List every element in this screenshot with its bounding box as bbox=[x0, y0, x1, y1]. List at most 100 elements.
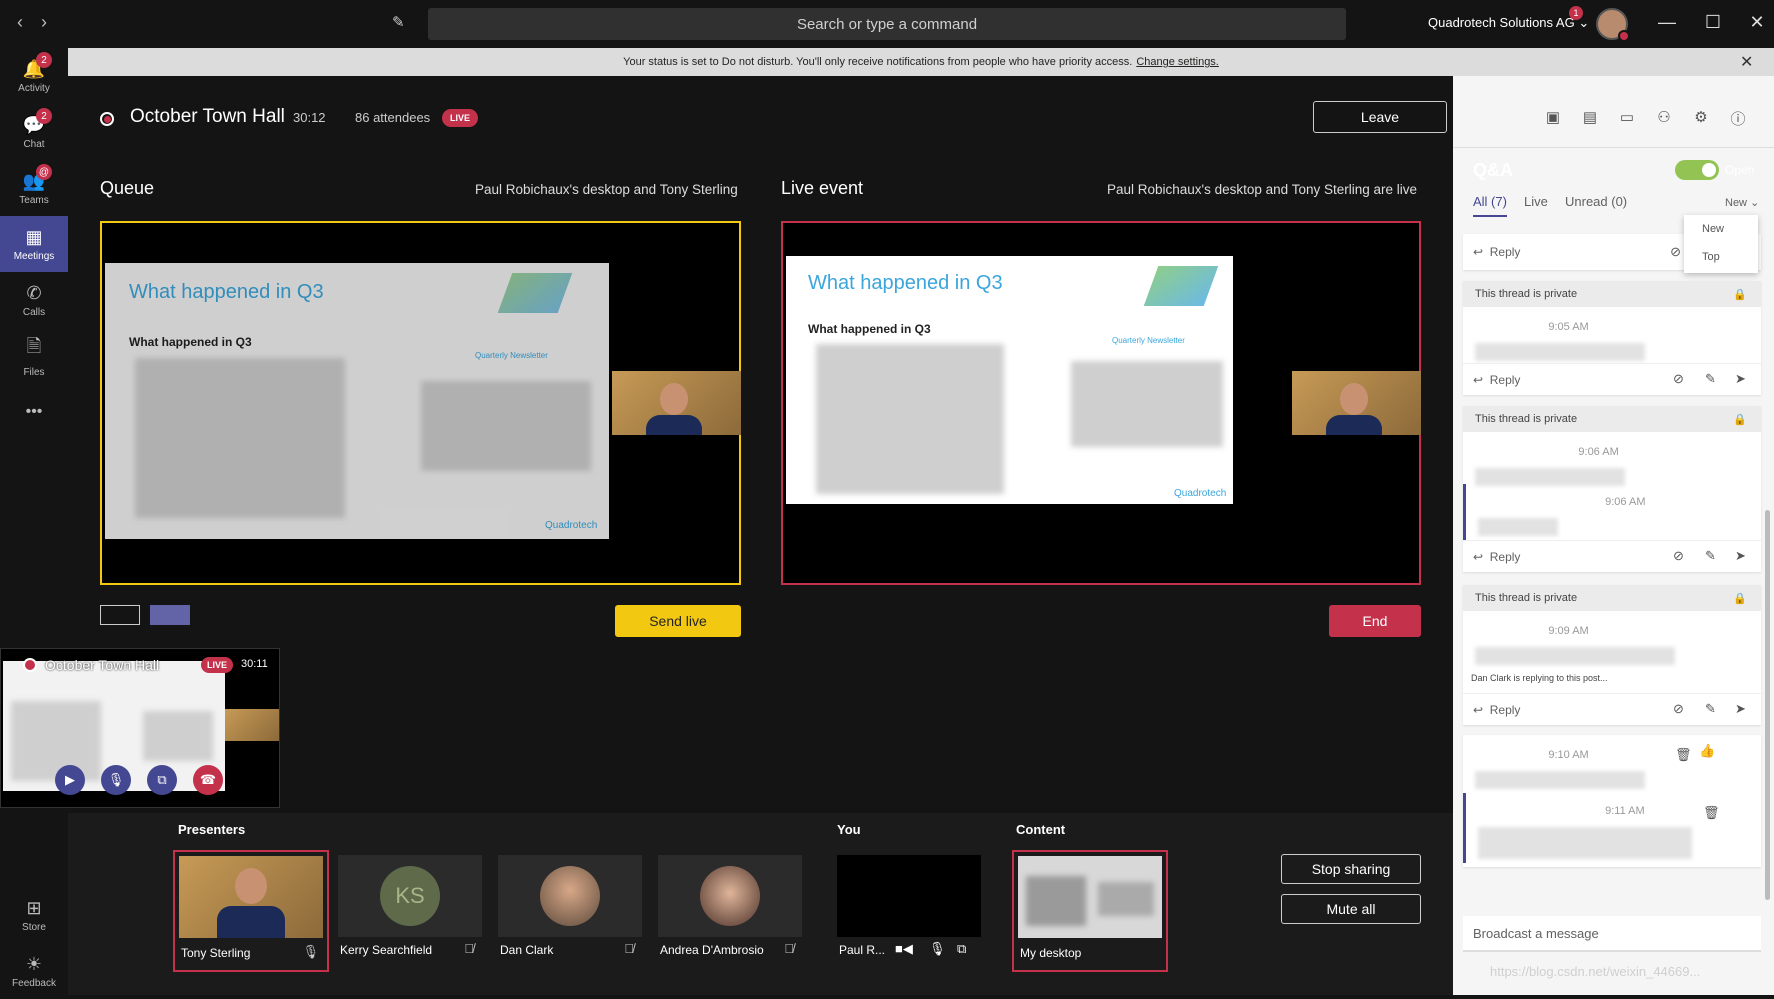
share-screen-icon[interactable]: ⧉ bbox=[957, 941, 966, 957]
reply-label: Reply bbox=[1489, 549, 1521, 564]
participant-name: Andrea D'Ambrosio bbox=[660, 943, 764, 957]
hang-up-icon[interactable]: ☎ bbox=[193, 765, 223, 795]
question-time: 9:09 AM bbox=[1548, 625, 1589, 637]
rail-store[interactable]: ⊞ Store bbox=[0, 887, 68, 943]
share-screen-icon[interactable]: ⧉ bbox=[147, 765, 177, 795]
participant-tile-you[interactable]: Paul R... ■◀ 🎙 ⧉ bbox=[837, 855, 981, 965]
rail-files[interactable]: 🗎 Files bbox=[0, 328, 68, 384]
change-settings-link[interactable]: Change settings. bbox=[1136, 56, 1219, 68]
qa-open-toggle[interactable] bbox=[1675, 160, 1719, 180]
tab-live[interactable]: Live bbox=[1524, 194, 1548, 209]
mic-muted-icon[interactable]: 🎙̸ bbox=[624, 941, 634, 956]
scrollbar[interactable] bbox=[1765, 510, 1770, 900]
microphone-icon[interactable]: 🎙 bbox=[929, 941, 946, 957]
rail-calls[interactable]: ✆ Calls bbox=[0, 272, 68, 328]
avatar bbox=[700, 866, 760, 926]
status-indicator bbox=[1618, 30, 1630, 42]
reply-row[interactable]: ↩ Reply bbox=[1463, 693, 1761, 725]
microphone-icon[interactable]: 🎙 bbox=[101, 765, 131, 795]
divider bbox=[1453, 147, 1774, 148]
participant-tile-kerry[interactable]: KS Kerry Searchfield 🎙̸ bbox=[338, 855, 482, 965]
like-icon[interactable]: 👍 bbox=[1699, 743, 1715, 759]
mic-muted-icon[interactable]: 🎙̸ bbox=[784, 941, 794, 956]
content-tile-desktop[interactable]: My desktop bbox=[1012, 850, 1168, 972]
live-preview[interactable]: What happened in Q3 What happened in Q3 … bbox=[781, 221, 1421, 585]
live-slide: What happened in Q3 What happened in Q3 … bbox=[786, 256, 1233, 504]
sort-option-top[interactable]: Top bbox=[1702, 251, 1720, 263]
send-icon[interactable]: ➤ bbox=[1735, 701, 1746, 717]
stop-sharing-button[interactable]: Stop sharing bbox=[1281, 854, 1421, 884]
edit-icon[interactable]: ✎ bbox=[1705, 548, 1716, 564]
close-icon[interactable]: ✕ bbox=[1742, 12, 1772, 33]
qa-icon[interactable]: ▣ bbox=[1543, 108, 1563, 126]
search-box[interactable]: Search or type a command bbox=[428, 8, 1346, 40]
layout-single-button[interactable] bbox=[100, 605, 140, 625]
people-icon[interactable]: ⚇ bbox=[1654, 108, 1674, 126]
banner-close-icon[interactable]: ✕ bbox=[1740, 52, 1753, 72]
mini-timer: 30:11 bbox=[241, 658, 268, 670]
tab-unread[interactable]: Unread (0) bbox=[1565, 194, 1627, 209]
mute-all-button[interactable]: Mute all bbox=[1281, 894, 1421, 924]
org-switcher[interactable]: Quadrotech Solutions AG ⌄ bbox=[1428, 15, 1589, 31]
participant-tile-andrea[interactable]: Andrea D'Ambrosio 🎙̸ bbox=[658, 855, 802, 965]
compose-icon[interactable]: ✎ bbox=[392, 13, 405, 31]
camera-toggle-icon[interactable]: ▶ bbox=[55, 765, 85, 795]
mic-muted-icon[interactable]: 🎙̸ bbox=[464, 941, 474, 956]
reply-row[interactable]: ↩ Reply bbox=[1463, 540, 1761, 572]
lock-icon: 🔒 bbox=[1733, 413, 1747, 426]
question-author: Anonymous bbox=[1475, 747, 1545, 761]
notes-icon[interactable]: ▤ bbox=[1580, 108, 1600, 126]
sort-dropdown[interactable]: New ⌄ bbox=[1725, 196, 1759, 209]
chat-icon[interactable]: ▭ bbox=[1617, 108, 1637, 126]
participant-tile-dan[interactable]: Dan Clark 🎙̸ bbox=[498, 855, 642, 965]
recording-icon bbox=[100, 112, 114, 126]
hide-icon[interactable]: ⊘ bbox=[1673, 701, 1684, 717]
forward-arrow-icon[interactable]: › bbox=[34, 12, 54, 33]
edit-icon[interactable]: ✎ bbox=[1705, 701, 1716, 717]
sort-option-new[interactable]: New bbox=[1702, 223, 1724, 235]
rail-meetings[interactable]: ▦ Meetings bbox=[0, 216, 68, 272]
participant-tile-tony[interactable]: Tony Sterling 🎙 bbox=[173, 850, 329, 972]
send-live-button[interactable]: Send live bbox=[615, 605, 741, 637]
info-icon[interactable]: ⓘ bbox=[1728, 108, 1748, 129]
tab-all[interactable]: All (7) bbox=[1473, 194, 1507, 217]
camera-icon[interactable]: ■◀ bbox=[895, 941, 913, 957]
rail-feedback[interactable]: ☀ Feedback bbox=[0, 943, 68, 999]
answer-text-blurred bbox=[1478, 827, 1692, 859]
question: Martin Svancarek 9:06 AM bbox=[1463, 432, 1761, 486]
rail-chat[interactable]: 💬 Chat 2 bbox=[0, 104, 68, 160]
event-timer: 30:12 bbox=[293, 110, 326, 125]
end-button[interactable]: End bbox=[1329, 605, 1421, 637]
maximize-icon[interactable]: ☐ bbox=[1698, 12, 1728, 33]
rail-activity[interactable]: 🔔 Activity 2 bbox=[0, 48, 68, 104]
delete-icon[interactable]: 🗑 bbox=[1703, 805, 1720, 821]
minimize-icon[interactable]: — bbox=[1652, 12, 1682, 33]
slide-heading: What happened in Q3 bbox=[808, 272, 1003, 294]
gear-icon[interactable]: ⚙ bbox=[1691, 108, 1711, 126]
broadcast-input[interactable]: Broadcast a message bbox=[1463, 916, 1761, 952]
app-rail: 🔔 Activity 2 💬 Chat 2 👥 Teams @ ▦ Meetings ✆ Cal… bbox=[0, 48, 68, 995]
send-icon[interactable]: ➤ bbox=[1735, 548, 1746, 564]
back-arrow-icon[interactable]: ‹ bbox=[10, 12, 30, 33]
mini-camera-feed bbox=[225, 709, 279, 741]
reply-row[interactable]: ↩ Reply bbox=[1463, 363, 1761, 395]
rail-teams[interactable]: 👥 Teams @ bbox=[0, 160, 68, 216]
leave-button[interactable]: Leave bbox=[1313, 101, 1447, 133]
hide-icon[interactable]: ⊘ bbox=[1673, 548, 1684, 564]
delete-icon[interactable]: 🗑 bbox=[1675, 747, 1692, 763]
microphone-icon[interactable]: 🎙 bbox=[302, 944, 319, 960]
queue-preview[interactable]: What happened in Q3 What happened in Q3 … bbox=[100, 221, 741, 585]
layout-split-button[interactable] bbox=[150, 605, 190, 625]
edit-icon[interactable]: ✎ bbox=[1705, 371, 1716, 387]
slide-content-blurred bbox=[1026, 876, 1086, 926]
speaker-body bbox=[217, 906, 285, 938]
reply-label: Reply bbox=[1489, 372, 1521, 387]
more-apps-button[interactable]: ••• bbox=[0, 384, 68, 440]
compact-meeting-window[interactable]: October Town Hall LIVE 30:11 ▶ 🎙 ⧉ ☎ bbox=[0, 648, 280, 808]
content-label: Content bbox=[1016, 822, 1066, 837]
question-text-blurred bbox=[1475, 343, 1645, 361]
self-video bbox=[837, 855, 981, 937]
hide-icon[interactable]: ⊘ bbox=[1673, 371, 1684, 387]
hide-icon[interactable]: ⊘ bbox=[1670, 244, 1681, 260]
send-icon[interactable]: ➤ bbox=[1735, 371, 1746, 387]
